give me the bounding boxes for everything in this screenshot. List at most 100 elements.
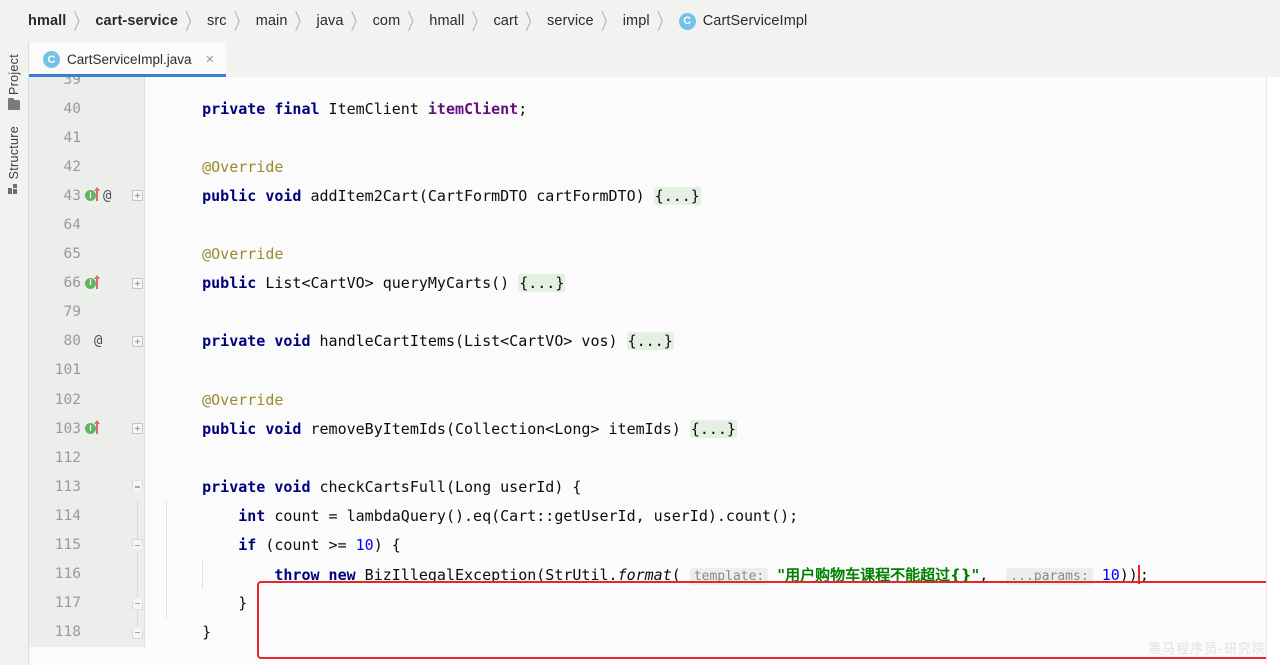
editor-scrollbar[interactable] <box>1266 77 1280 665</box>
gutter[interactable]: 118 <box>29 617 145 647</box>
tool-button-project-label: Project <box>7 54 21 96</box>
gutter[interactable]: 40 <box>29 94 145 124</box>
code-line[interactable]: 114 int count = lambdaQuery().eq(Cart::g… <box>29 501 1280 531</box>
code-line[interactable]: 113 private void checkCartsFull(Long use… <box>29 472 1280 502</box>
code-line[interactable]: 116 throw new BizIllegalException(StrUti… <box>29 559 1280 589</box>
folder-icon <box>8 97 20 111</box>
expand-fold-icon[interactable] <box>132 423 143 435</box>
fold-collapse-icon[interactable] <box>132 480 143 494</box>
gutter[interactable]: 66 I <box>29 268 145 298</box>
gutter[interactable]: 115 <box>29 530 145 560</box>
fold-column[interactable] <box>130 327 145 356</box>
code-line[interactable]: 103 I public void removeByItemIds(Collec… <box>29 414 1280 444</box>
fold-column[interactable] <box>130 269 145 298</box>
gutter[interactable]: 117 <box>29 588 145 618</box>
collapsed-body-marker[interactable]: {...} <box>689 419 737 438</box>
code-line[interactable]: 80 @ private void handleCartItems(List<C… <box>29 326 1280 356</box>
collapsed-body-marker[interactable]: {...} <box>626 332 674 351</box>
code-line-text <box>145 123 1280 152</box>
code-editor[interactable]: 39 40 private final ItemClient itemClien… <box>29 77 1280 665</box>
indent-guide <box>166 559 167 589</box>
expand-fold-icon[interactable] <box>132 190 143 202</box>
breadcrumb-item-service[interactable]: service <box>547 13 594 29</box>
gutter[interactable]: 64 <box>29 210 145 240</box>
breadcrumb-item-java[interactable]: java <box>317 13 344 29</box>
code-line[interactable]: 41 <box>29 123 1280 153</box>
implementing-method-icon[interactable]: I <box>85 187 100 202</box>
gutter-icons[interactable]: @ <box>91 327 102 356</box>
breadcrumb-item-hmall-pkg[interactable]: hmall <box>429 13 464 29</box>
fold-collapse-icon[interactable] <box>132 596 143 610</box>
line-number: 42 <box>63 158 81 175</box>
close-icon[interactable]: × <box>204 52 217 67</box>
breadcrumb-item-cart-service[interactable]: cart-service <box>95 13 178 29</box>
fold-column[interactable] <box>130 617 145 647</box>
gutter[interactable]: 65 <box>29 239 145 269</box>
expand-fold-icon[interactable] <box>132 277 143 289</box>
code-line[interactable]: 65 @Override <box>29 239 1280 269</box>
breadcrumb: hmall 〉 cart-service 〉 src 〉 main 〉 java… <box>0 0 1280 42</box>
breadcrumb-item-com[interactable]: com <box>373 13 401 29</box>
code-line[interactable]: 39 <box>29 77 1280 95</box>
gutter-icons[interactable]: I <box>85 414 100 443</box>
gutter[interactable]: 80 @ <box>29 326 145 356</box>
ide-window: hmall 〉 cart-service 〉 src 〉 main 〉 java… <box>0 0 1280 665</box>
code-line[interactable]: 40 private final ItemClient itemClient; <box>29 94 1280 124</box>
code-line[interactable]: 43 I @ public void addItem2Cart(CartForm… <box>29 181 1280 211</box>
code-line[interactable]: 112 <box>29 443 1280 473</box>
fold-column[interactable] <box>130 559 145 589</box>
code-line[interactable]: 79 <box>29 297 1280 327</box>
code-line[interactable]: 64 <box>29 210 1280 240</box>
code-line[interactable]: 117 } <box>29 588 1280 618</box>
tool-button-project[interactable]: Project <box>7 54 21 111</box>
breadcrumb-item-src[interactable]: src <box>207 13 227 29</box>
breadcrumb-item-label: CartServiceImpl <box>702 13 808 29</box>
fold-column[interactable] <box>130 530 145 560</box>
breadcrumb-item-main[interactable]: main <box>256 13 288 29</box>
gutter[interactable]: 116 <box>29 559 145 589</box>
collapsed-body-marker[interactable]: {...} <box>653 186 701 205</box>
breadcrumb-item-hmall[interactable]: hmall <box>28 13 66 29</box>
breadcrumb-item-cart[interactable]: cart <box>493 13 518 29</box>
code-line[interactable]: 42 @Override <box>29 152 1280 182</box>
gutter[interactable]: 113 <box>29 472 145 502</box>
gutter-icons[interactable]: I @ <box>85 181 111 210</box>
override-icon[interactable]: @ <box>94 333 102 349</box>
fold-collapse-icon[interactable] <box>132 625 143 639</box>
fold-column[interactable] <box>130 472 145 501</box>
collapsed-body-marker[interactable]: {...} <box>518 274 566 293</box>
breadcrumb-item-cartserviceimpl[interactable]: C CartServiceImpl <box>678 12 808 30</box>
code-line-text <box>145 356 1280 385</box>
implementing-method-icon[interactable]: I <box>85 274 100 290</box>
gutter[interactable]: 79 <box>29 297 145 327</box>
code-line-text: int count = lambdaQuery().eq(Cart::getUs… <box>145 501 1280 531</box>
fold-column[interactable] <box>130 501 145 531</box>
gutter[interactable]: 39 <box>29 77 145 95</box>
code-line[interactable]: 102 @Override <box>29 385 1280 415</box>
code-line[interactable]: 115 if (count >= 10) { <box>29 530 1280 560</box>
fold-collapse-icon[interactable] <box>132 538 143 552</box>
code-line[interactable]: 101 <box>29 355 1280 386</box>
gutter[interactable]: 41 <box>29 123 145 153</box>
fold-column[interactable] <box>130 181 145 210</box>
gutter[interactable]: 101 <box>29 355 145 386</box>
override-icon[interactable]: @ <box>103 188 111 204</box>
gutter[interactable]: 102 <box>29 385 145 415</box>
implementing-method-icon[interactable]: I <box>85 420 100 435</box>
tab-cartserviceimpl-java[interactable]: C CartServiceImpl.java × <box>29 42 227 77</box>
gutter[interactable]: 42 <box>29 152 145 182</box>
gutter-icons[interactable]: I <box>85 269 100 298</box>
gutter[interactable]: 103 I <box>29 414 145 444</box>
expand-fold-icon[interactable] <box>132 335 143 347</box>
code-line[interactable]: 118 } <box>29 617 1280 647</box>
fold-column[interactable] <box>130 588 145 618</box>
breadcrumb-item-impl[interactable]: impl <box>623 13 650 29</box>
line-number: 64 <box>63 217 81 234</box>
gutter[interactable]: 114 <box>29 501 145 531</box>
fold-column[interactable] <box>130 414 145 443</box>
gutter[interactable]: 43 I @ <box>29 181 145 211</box>
tool-button-structure[interactable]: Structure <box>7 126 21 195</box>
code-line-text <box>145 210 1280 239</box>
gutter[interactable]: 112 <box>29 443 145 473</box>
code-line[interactable]: 66 I public List<CartVO> queryMyCarts() … <box>29 268 1280 298</box>
